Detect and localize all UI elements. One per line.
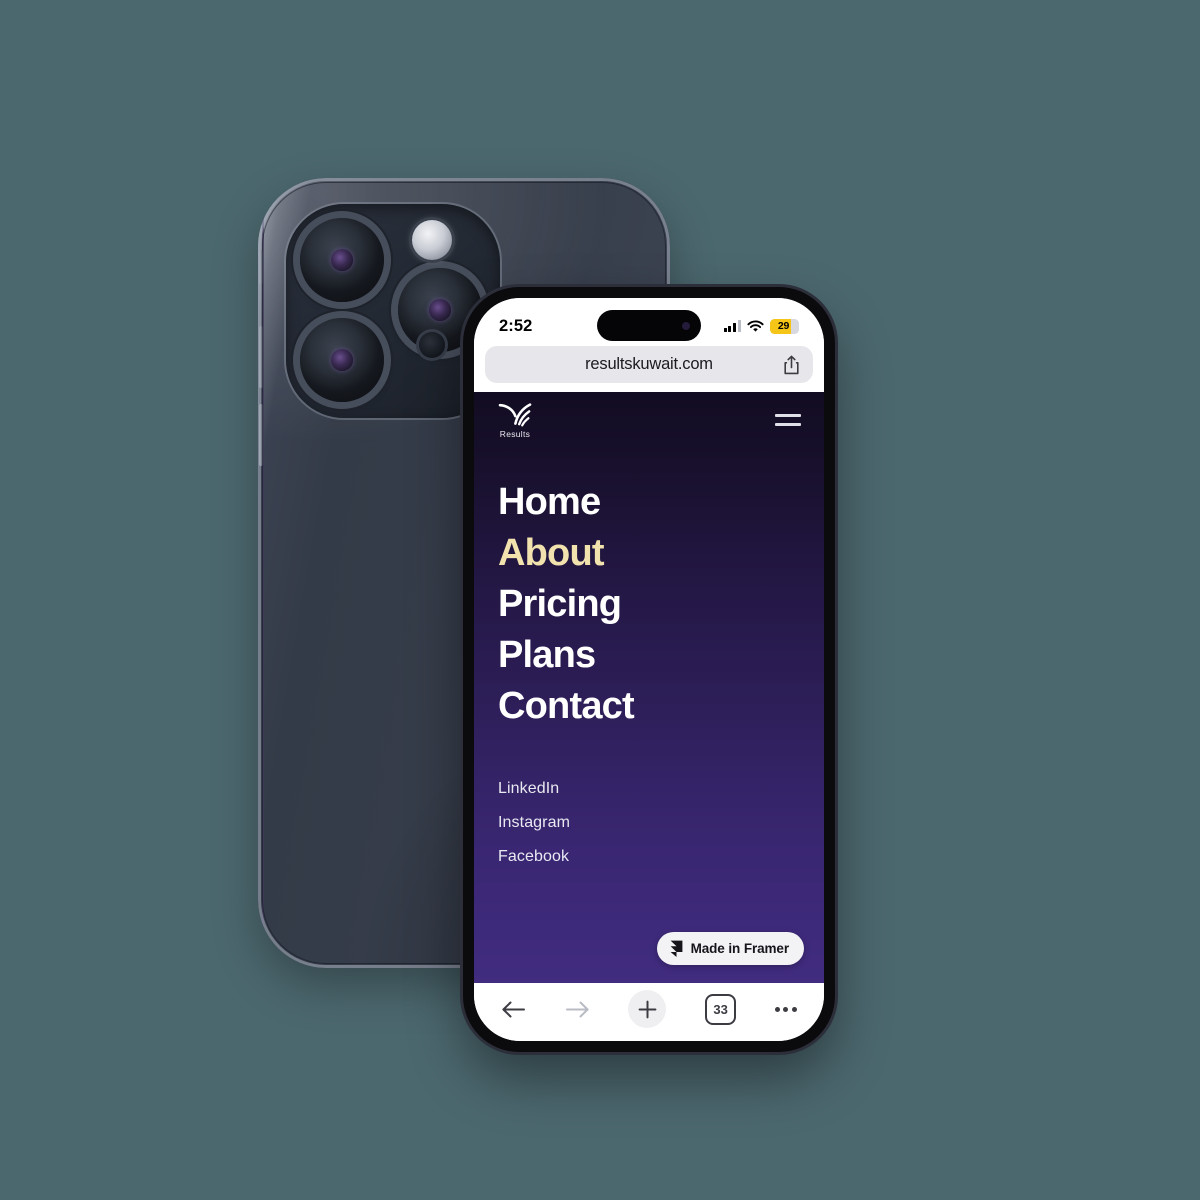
brand-logo[interactable]: Results	[498, 402, 532, 439]
site-header: Results	[474, 392, 824, 448]
ellipsis-dot	[774, 1006, 780, 1012]
main-navigation: Home About Pricing Plans Contact	[474, 480, 824, 728]
framer-badge-label: Made in Framer	[690, 941, 789, 956]
safari-bottom-toolbar: 33	[474, 983, 824, 1041]
iphone-front-device: 2:52 29 resultskuwait.com Results Home A…	[463, 287, 835, 1052]
status-indicators: 29	[723, 318, 799, 334]
phone-screen: 2:52 29 resultskuwait.com Results Home A…	[474, 298, 824, 1041]
forward-button[interactable]	[565, 999, 590, 1020]
tab-overview-button[interactable]: 33	[705, 993, 737, 1025]
url-bar-container: resultskuwait.com	[474, 343, 824, 392]
results-wing-logo-icon	[498, 402, 532, 426]
social-link-instagram[interactable]: Instagram	[498, 814, 824, 832]
made-in-framer-badge[interactable]: Made in Framer	[656, 932, 804, 965]
battery-level-label: 29	[777, 320, 790, 332]
nav-item-contact[interactable]: Contact	[498, 684, 824, 728]
scene-root: 2:52 29 resultskuwait.com Results Home A…	[0, 0, 1200, 1200]
framer-logo-icon	[670, 940, 683, 957]
webpage-viewport: Results Home About Pricing Plans Contact…	[474, 392, 824, 983]
ellipsis-dot	[783, 1006, 789, 1012]
battery-indicator: 29	[770, 318, 799, 334]
dynamic-island	[597, 310, 701, 341]
social-link-facebook[interactable]: Facebook	[498, 848, 824, 866]
status-time: 2:52	[499, 316, 533, 335]
share-icon[interactable]	[783, 355, 800, 375]
wifi-icon	[747, 319, 764, 332]
back-button[interactable]	[501, 999, 526, 1020]
ellipsis-dot	[792, 1006, 797, 1012]
nav-item-about[interactable]: About	[498, 531, 824, 575]
url-text: resultskuwait.com	[585, 355, 713, 373]
nav-item-pricing[interactable]: Pricing	[498, 582, 824, 626]
front-camera-icon	[682, 321, 690, 330]
nav-item-plans[interactable]: Plans	[498, 633, 824, 677]
arrow-left-icon	[502, 1001, 525, 1017]
cellular-signal-icon	[723, 320, 741, 332]
safari-top-chrome: 2:52 29 resultskuwait.com	[474, 298, 824, 392]
hamburger-menu-icon[interactable]	[775, 408, 801, 432]
social-links: LinkedIn Instagram Facebook	[474, 780, 824, 866]
nav-item-home[interactable]: Home	[498, 480, 824, 524]
address-bar[interactable]: resultskuwait.com	[485, 346, 813, 383]
plus-icon	[638, 1000, 657, 1018]
more-options-button[interactable]	[774, 1006, 797, 1012]
social-link-linkedin[interactable]: LinkedIn	[498, 780, 824, 798]
arrow-right-icon	[565, 1001, 589, 1017]
brand-wordmark: Results	[499, 428, 531, 439]
new-tab-button[interactable]	[628, 990, 667, 1028]
tab-count-label: 33	[713, 1001, 728, 1017]
status-bar: 2:52 29	[474, 309, 824, 343]
